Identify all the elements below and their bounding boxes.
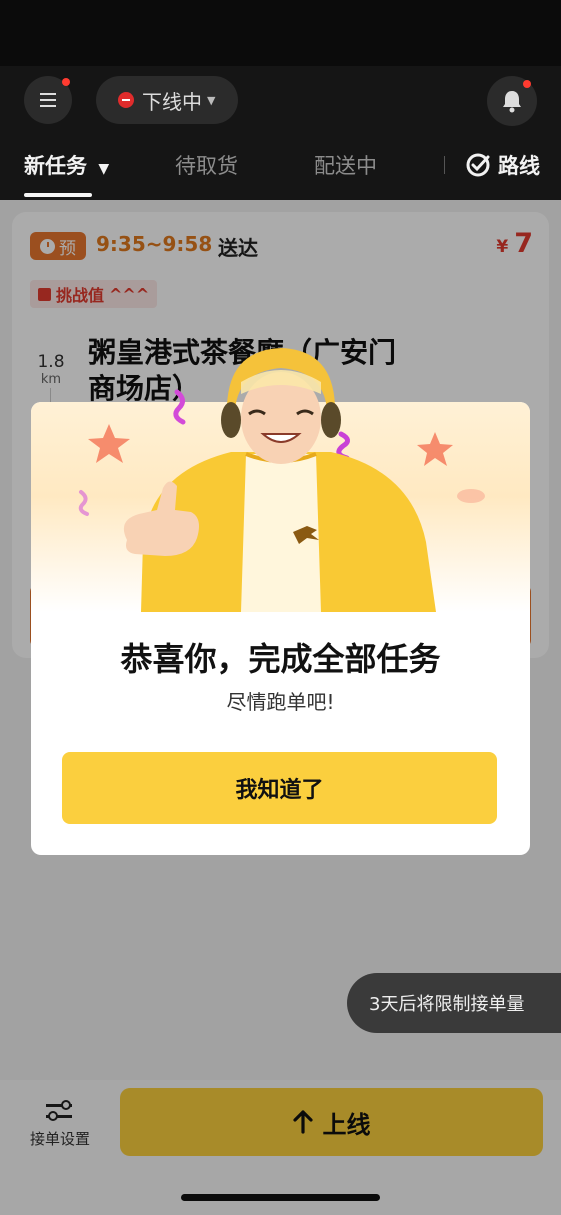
online-status-toggle[interactable]: 下线中 ▼ — [96, 76, 238, 124]
limit-warning-toast: 3天后将限制接单量 — [347, 973, 561, 1033]
route-check-icon — [466, 153, 490, 177]
offline-icon — [118, 92, 134, 108]
dialog-title: 恭喜你，完成全部任务 — [120, 640, 441, 678]
active-tab-indicator — [24, 193, 92, 197]
menu-icon — [40, 93, 56, 107]
route-button[interactable]: 路线 — [466, 150, 540, 180]
status-bar — [0, 0, 561, 66]
bell-notification-dot — [523, 80, 531, 88]
status-label: 下线中 — [142, 89, 202, 114]
bell-icon — [503, 91, 521, 113]
route-label: 路线 — [498, 154, 540, 178]
task-tabs: 新任务 ▼ 待取货 配送中 路线 — [0, 150, 561, 200]
completion-dialog: 恭喜你，完成全部任务 尽情跑单吧! 我知道了 — [31, 348, 530, 855]
tab-new-tasks[interactable]: 新任务 ▼ — [24, 150, 109, 180]
tab-divider — [444, 156, 445, 174]
top-bar: 下线中 ▼ 新任务 ▼ 待取货 配送中 路线 — [0, 66, 561, 200]
tab-awaiting-pickup[interactable]: 待取货 — [175, 150, 238, 180]
tab-delivering[interactable]: 配送中 — [314, 150, 377, 180]
courier-thumbs-up-illustration — [78, 348, 485, 612]
dialog-subtitle: 尽情跑单吧! — [226, 690, 335, 714]
menu-button[interactable] — [24, 76, 72, 124]
acknowledge-button[interactable]: 我知道了 — [62, 752, 497, 824]
filter-icon: ▼ — [98, 161, 110, 177]
menu-notification-dot — [62, 78, 70, 86]
chevron-down-icon: ▼ — [207, 93, 216, 107]
notification-button[interactable] — [487, 76, 537, 126]
tab-new-tasks-label: 新任务 — [24, 154, 87, 178]
